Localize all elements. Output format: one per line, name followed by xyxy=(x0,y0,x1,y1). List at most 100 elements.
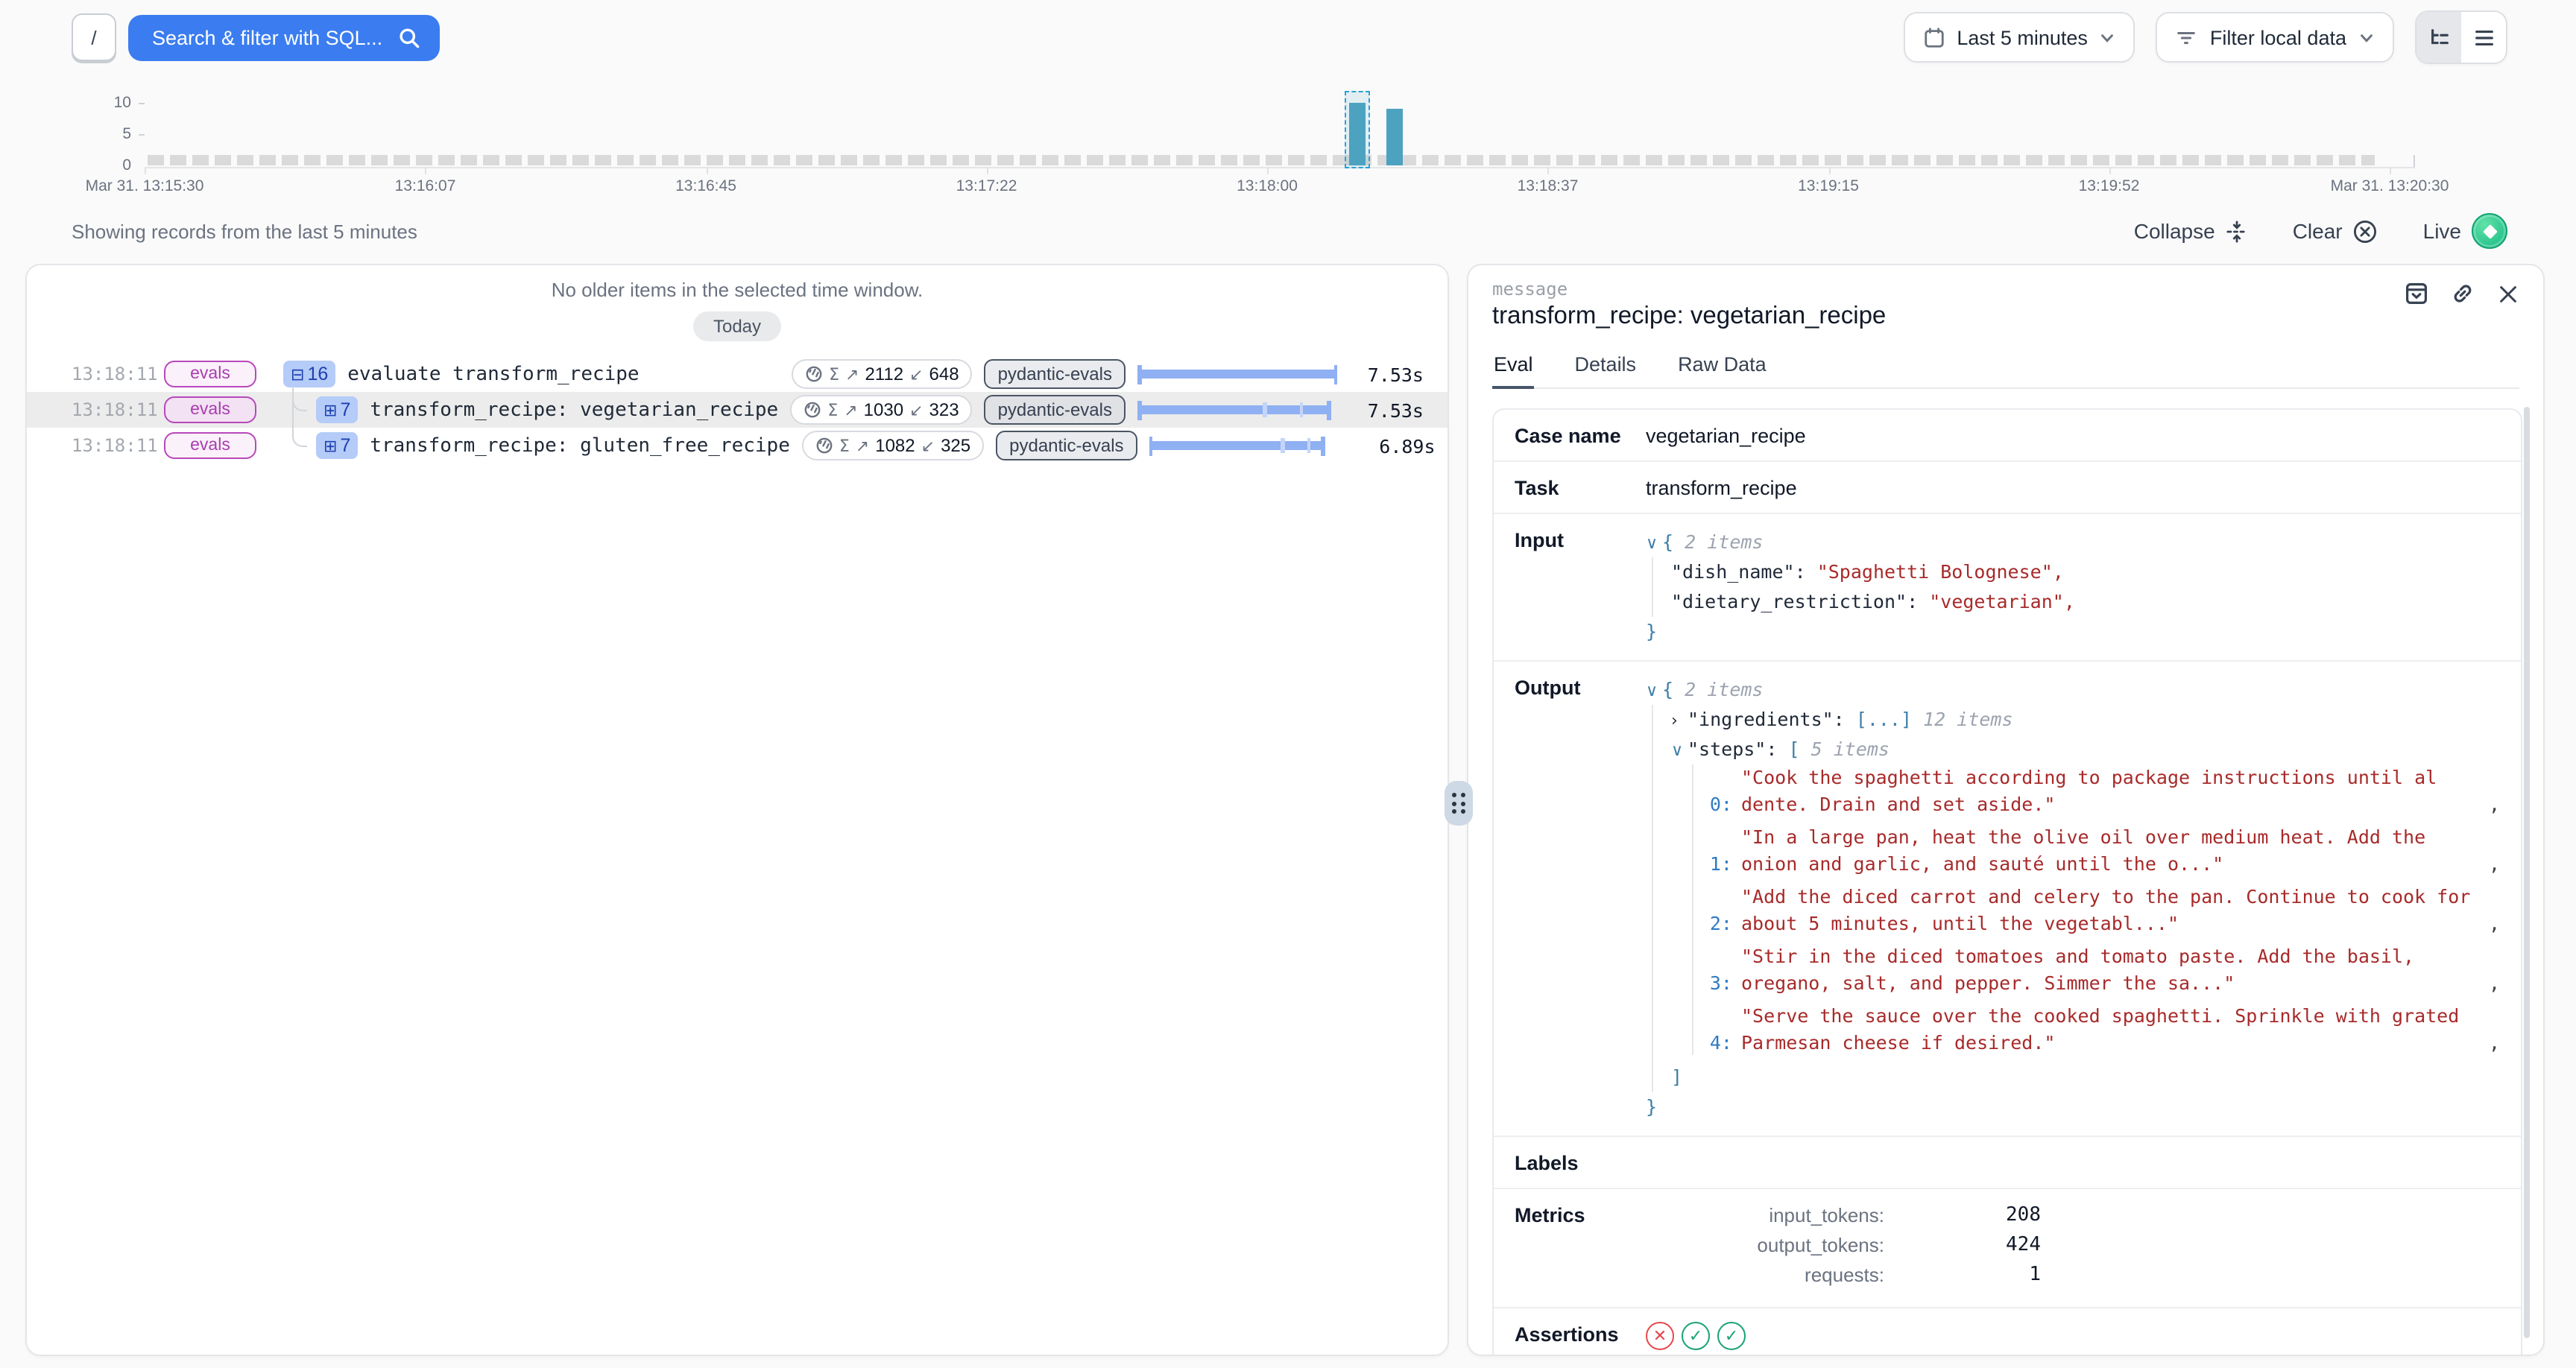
case-name-value: vegetarian_recipe xyxy=(1646,423,1806,447)
json-array-index: 4: xyxy=(1699,1029,1732,1055)
trace-time: 13:18:11 xyxy=(72,364,152,384)
duration-text: 7.53s xyxy=(1349,363,1424,385)
eval-summary-card: Case name vegetarian_recipe Task transfo… xyxy=(1492,408,2522,1356)
tab-details[interactable]: Details xyxy=(1573,353,1638,387)
metric-item: requests:1 xyxy=(1646,1264,2041,1286)
json-string-value: "Add the diced carrot and celery to the … xyxy=(1741,884,2477,936)
span-count-badge[interactable]: ⊞ 7 xyxy=(316,432,358,459)
tab-eval[interactable]: Eval xyxy=(1492,353,1535,389)
case-name-row: Case name vegetarian_recipe xyxy=(1494,410,2521,462)
chevron-down-icon[interactable]: ∨ xyxy=(1646,678,1662,704)
x-axis-end-tick xyxy=(2414,155,2415,167)
chevron-right-icon[interactable]: › xyxy=(1671,708,1688,734)
duration-bar xyxy=(1137,362,1337,386)
x-axis-tick xyxy=(2390,167,2391,174)
link-icon[interactable] xyxy=(2451,282,2475,305)
x-axis-tick-label: 13:17:22 xyxy=(956,177,1017,195)
input-tokens-arrow-icon: ↗ xyxy=(844,400,857,419)
filter-label: Filter local data xyxy=(2210,26,2346,48)
json-comma: , xyxy=(2489,1029,2500,1055)
close-icon[interactable] xyxy=(2497,282,2519,305)
assertion-fail-icon[interactable]: ✕ xyxy=(1646,1322,1674,1350)
clear-label: Clear xyxy=(2293,219,2343,243)
y-axis-tick xyxy=(139,103,145,104)
token-usage-pill: Σ ↗ 2112 ↙ 648 xyxy=(792,359,972,389)
trace-row[interactable]: 13:18:11 evals ⊞ 7 transform_recipe: veg… xyxy=(27,392,1448,428)
json-array-item: 1:"In a large pan, heat the olive oil ov… xyxy=(1699,824,2500,876)
case-name-label: Case name xyxy=(1515,423,1646,447)
json-key: "ingredients": xyxy=(1688,708,1845,730)
trace-list-panel: No older items in the selected time wind… xyxy=(25,264,1449,1356)
chevron-down-icon[interactable]: ∨ xyxy=(1646,531,1662,557)
tree-view-toggle[interactable] xyxy=(2416,12,2461,63)
y-axis-tick-label: 5 xyxy=(122,125,131,143)
output-tokens-count: 325 xyxy=(941,435,970,456)
dock-panel-icon[interactable] xyxy=(2405,282,2428,305)
detail-scrollbar-thumb[interactable] xyxy=(2523,407,2530,1338)
sum-icon: Σ xyxy=(839,436,850,455)
json-collapsed-array[interactable]: [...] xyxy=(1856,708,1912,730)
chevron-down-icon xyxy=(2100,29,2116,45)
trace-row[interactable]: 13:18:11 evals ⊞ 7 transform_recipe: glu… xyxy=(27,428,1448,463)
slash-shortcut-key[interactable]: / xyxy=(72,13,116,61)
filter-icon xyxy=(2176,26,2198,48)
assertion-pass-icon[interactable]: ✓ xyxy=(1682,1322,1710,1350)
input-row: Input ∨{ 2 items "dish_name": "Spaghetti… xyxy=(1494,514,2521,662)
assertion-pass-icon[interactable]: ✓ xyxy=(1717,1322,1746,1350)
list-view-toggle[interactable] xyxy=(2461,12,2506,63)
filter-dropdown[interactable]: Filter local data xyxy=(2156,12,2394,63)
live-button[interactable]: Live xyxy=(2423,213,2507,249)
tab-raw-data[interactable]: Raw Data xyxy=(1676,353,1768,387)
input-tokens-count: 2112 xyxy=(865,364,903,384)
duration-text: 6.89s xyxy=(1361,434,1436,457)
json-array-index: 2: xyxy=(1699,910,1732,936)
evals-tag: evals xyxy=(164,361,256,387)
json-key: "dish_name": xyxy=(1671,560,1806,583)
metric-item: output_tokens:424 xyxy=(1646,1234,2041,1256)
span-count: 7 xyxy=(340,435,350,456)
x-axis-tick xyxy=(987,167,988,174)
time-range-label: Last 5 minutes xyxy=(1957,26,2088,48)
histogram-bar[interactable] xyxy=(1349,103,1366,165)
duration-bar xyxy=(1149,434,1349,457)
detail-panel: message transform_recipe xyxy=(1467,264,2545,1356)
panel-resize-handle[interactable] xyxy=(1445,781,1473,826)
time-range-dropdown[interactable]: Last 5 minutes xyxy=(1903,12,2135,63)
package-tag: pydantic-evals xyxy=(985,395,1126,425)
y-axis-tick-label: 0 xyxy=(122,156,131,174)
input-tokens-arrow-icon: ↗ xyxy=(845,364,859,384)
clear-button[interactable]: Clear xyxy=(2293,218,2378,244)
view-toggle xyxy=(2415,10,2507,64)
span-count-badge[interactable]: ⊟ 16 xyxy=(283,361,335,387)
record-kind: message xyxy=(1492,279,1568,300)
search-button[interactable]: Search & filter with SQL... xyxy=(128,14,439,60)
x-axis-tick-label: Mar 31. 13:20:30 xyxy=(2331,177,2449,195)
today-pill[interactable]: Today xyxy=(694,311,780,341)
json-string-value: "In a large pan, heat the olive oil over… xyxy=(1741,824,2477,876)
json-comma: , xyxy=(2489,910,2500,936)
span-count-badge[interactable]: ⊞ 7 xyxy=(316,396,358,423)
json-comma: , xyxy=(2489,791,2500,817)
chevron-down-icon xyxy=(2358,29,2375,45)
json-array-item: 0:"Cook the spaghetti according to packa… xyxy=(1699,764,2500,817)
trace-time: 13:18:11 xyxy=(72,435,152,456)
json-open-bracket: [ xyxy=(1789,738,1800,760)
trace-rows: 13:18:11 evals ⊟ 16 evaluate transform_r… xyxy=(27,356,1448,463)
empty-buckets-strip xyxy=(148,155,2375,165)
trace-row[interactable]: 13:18:11 evals ⊟ 16 evaluate transform_r… xyxy=(27,356,1448,392)
collapse-vertical-icon xyxy=(2226,220,2248,242)
histogram-bar[interactable] xyxy=(1387,109,1404,165)
json-close-brace: } xyxy=(1646,620,1657,642)
collapse-box-icon: ⊟ xyxy=(291,366,304,382)
span-name: evaluate transform_recipe xyxy=(347,363,639,385)
json-items-note: 12 items xyxy=(1923,708,2012,730)
x-axis-tick-label: 13:18:00 xyxy=(1237,177,1298,195)
token-coin-icon xyxy=(815,437,833,455)
tree-connector xyxy=(292,386,307,447)
output-json-viewer: ∨{ 2 items ›"ingredients": [...] 12 item… xyxy=(1646,675,2500,1122)
collapse-button[interactable]: Collapse xyxy=(2134,219,2248,243)
clear-circle-x-icon xyxy=(2353,218,2378,244)
x-axis-tick xyxy=(1828,167,1830,174)
chevron-down-icon[interactable]: ∨ xyxy=(1671,738,1688,764)
json-string-value: "Serve the sauce over the cooked spaghet… xyxy=(1741,1003,2477,1055)
